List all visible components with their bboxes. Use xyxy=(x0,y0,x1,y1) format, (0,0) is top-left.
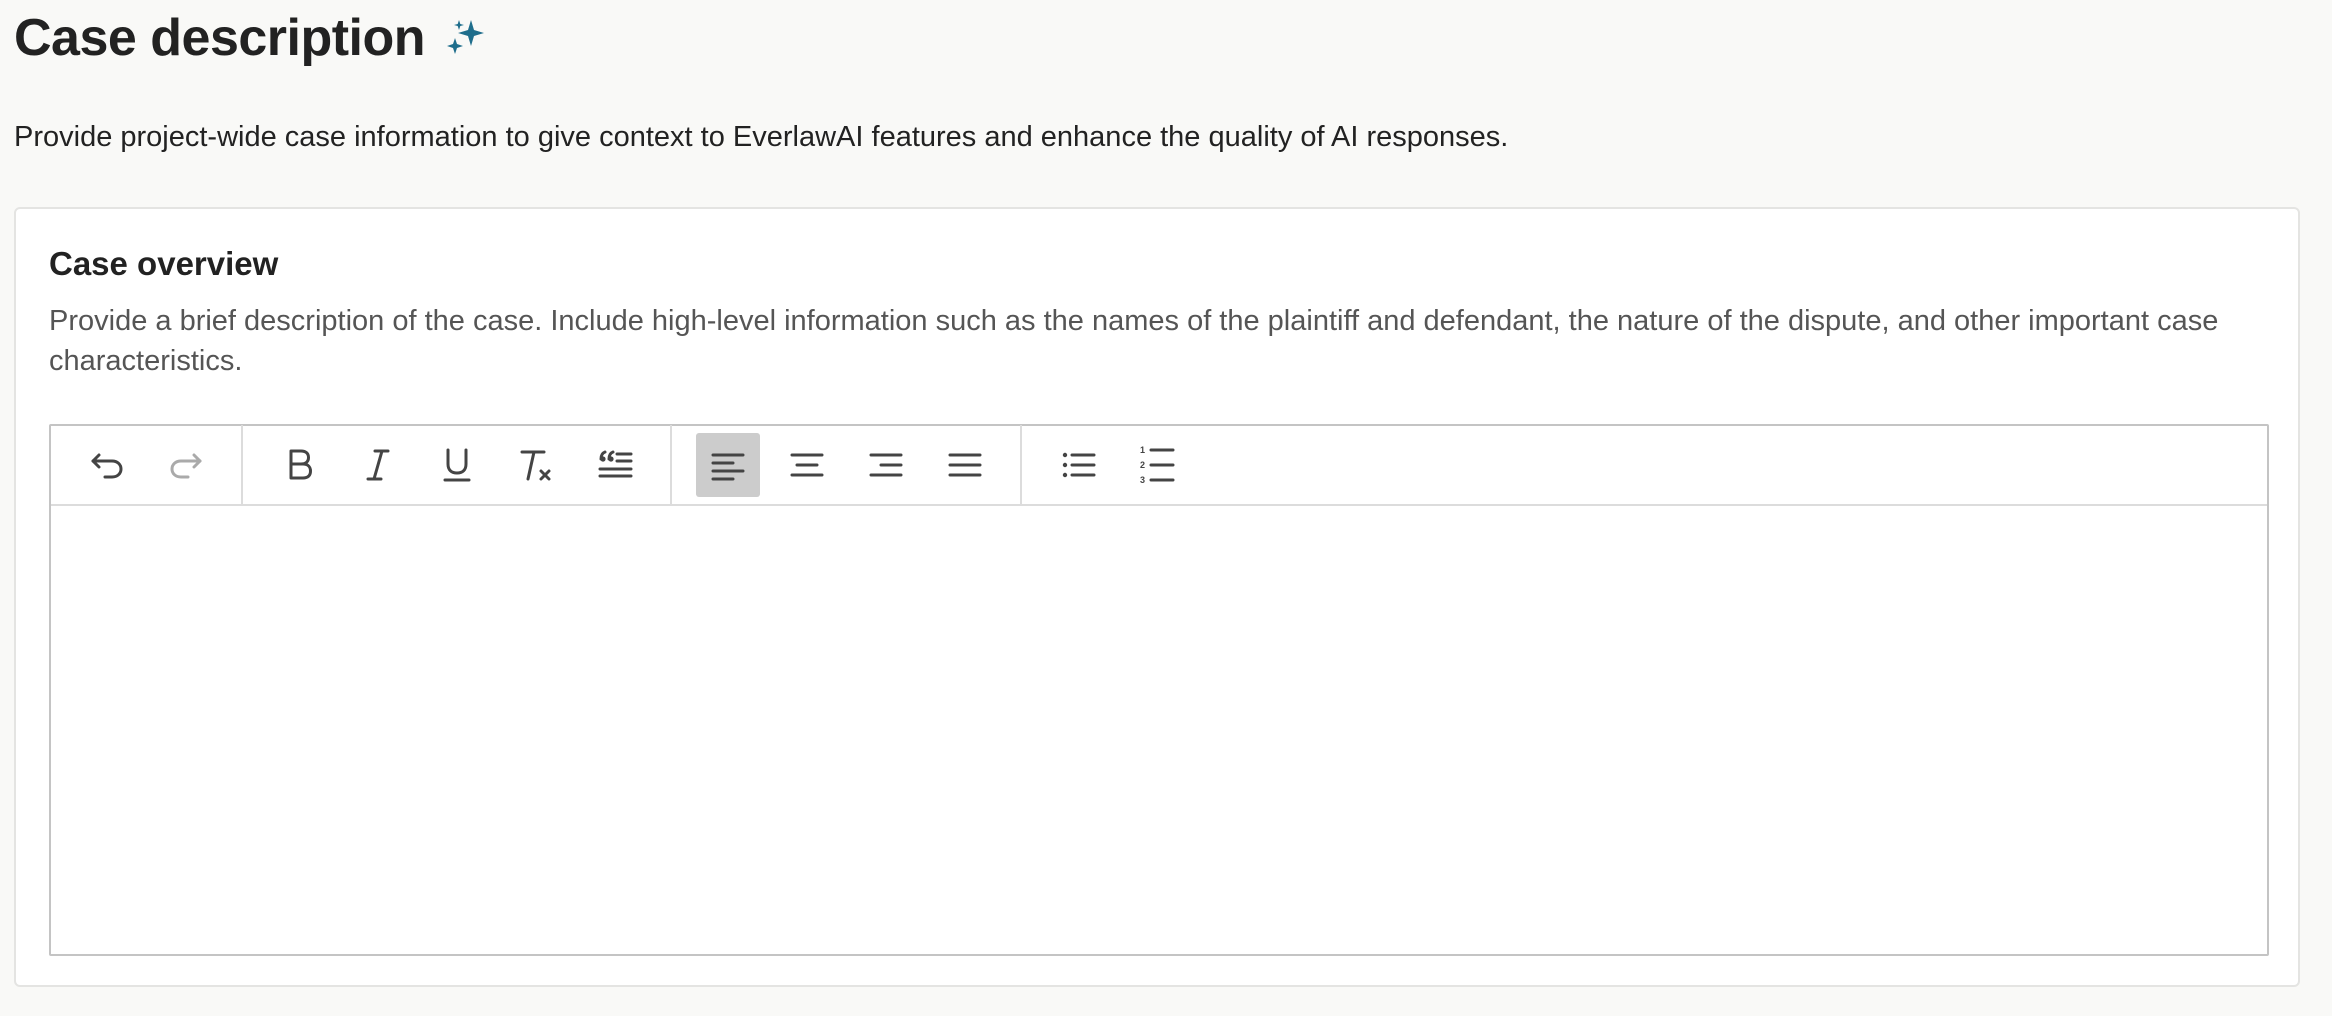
editor-content-area[interactable] xyxy=(51,506,2267,954)
undo-button[interactable] xyxy=(75,433,139,497)
undo-icon xyxy=(91,453,123,479)
bold-icon xyxy=(289,449,312,480)
underline-icon xyxy=(443,448,471,482)
formatting-group xyxy=(241,425,670,505)
sparkle-icon xyxy=(443,16,487,60)
list-group: 1 2 3 xyxy=(1020,425,1212,505)
numbered-list-label-3: 3 xyxy=(1140,475,1145,485)
numbered-list-button[interactable]: 1 2 3 xyxy=(1125,433,1189,497)
page-intro: Provide project-wide case information to… xyxy=(14,121,1509,153)
bold-button[interactable] xyxy=(267,433,331,497)
blockquote-icon xyxy=(598,450,633,478)
case-overview-title: Case overview xyxy=(49,245,279,282)
alignment-group xyxy=(670,425,1020,505)
italic-button[interactable] xyxy=(346,433,410,497)
clear-formatting-icon xyxy=(520,450,551,481)
numbered-list-icon: 1 2 3 xyxy=(1140,445,1175,485)
bulleted-list-button[interactable] xyxy=(1046,433,1110,497)
redo-icon xyxy=(170,453,202,479)
align-justify-button[interactable] xyxy=(933,433,997,497)
numbered-list-label-2: 2 xyxy=(1140,460,1145,470)
bulleted-list-icon xyxy=(1062,452,1096,478)
editor-toolbar: 1 2 3 xyxy=(51,425,2267,506)
clear-formatting-button[interactable] xyxy=(504,433,568,497)
blockquote-button[interactable] xyxy=(583,433,647,497)
underline-button[interactable] xyxy=(425,433,489,497)
align-center-button[interactable] xyxy=(775,433,839,497)
align-left-button[interactable] xyxy=(696,433,760,497)
case-description-page: Case description Provide project-wide ca… xyxy=(14,0,2302,987)
italic-icon xyxy=(366,449,390,481)
case-overview-card: Case overview Provide a brief descriptio… xyxy=(14,207,2300,987)
align-right-icon xyxy=(869,453,903,477)
align-left-icon xyxy=(711,453,745,481)
align-justify-icon xyxy=(948,453,982,477)
rich-text-editor: 1 2 3 xyxy=(49,424,2269,956)
page-title: Case description xyxy=(14,9,426,67)
title-row: Case description xyxy=(14,0,2302,76)
case-overview-description: Provide a brief description of the case.… xyxy=(49,305,2219,377)
align-right-button[interactable] xyxy=(854,433,918,497)
align-center-icon xyxy=(790,453,824,477)
redo-button[interactable] xyxy=(154,433,218,497)
numbered-list-label-1: 1 xyxy=(1140,445,1145,455)
history-group xyxy=(51,425,241,505)
